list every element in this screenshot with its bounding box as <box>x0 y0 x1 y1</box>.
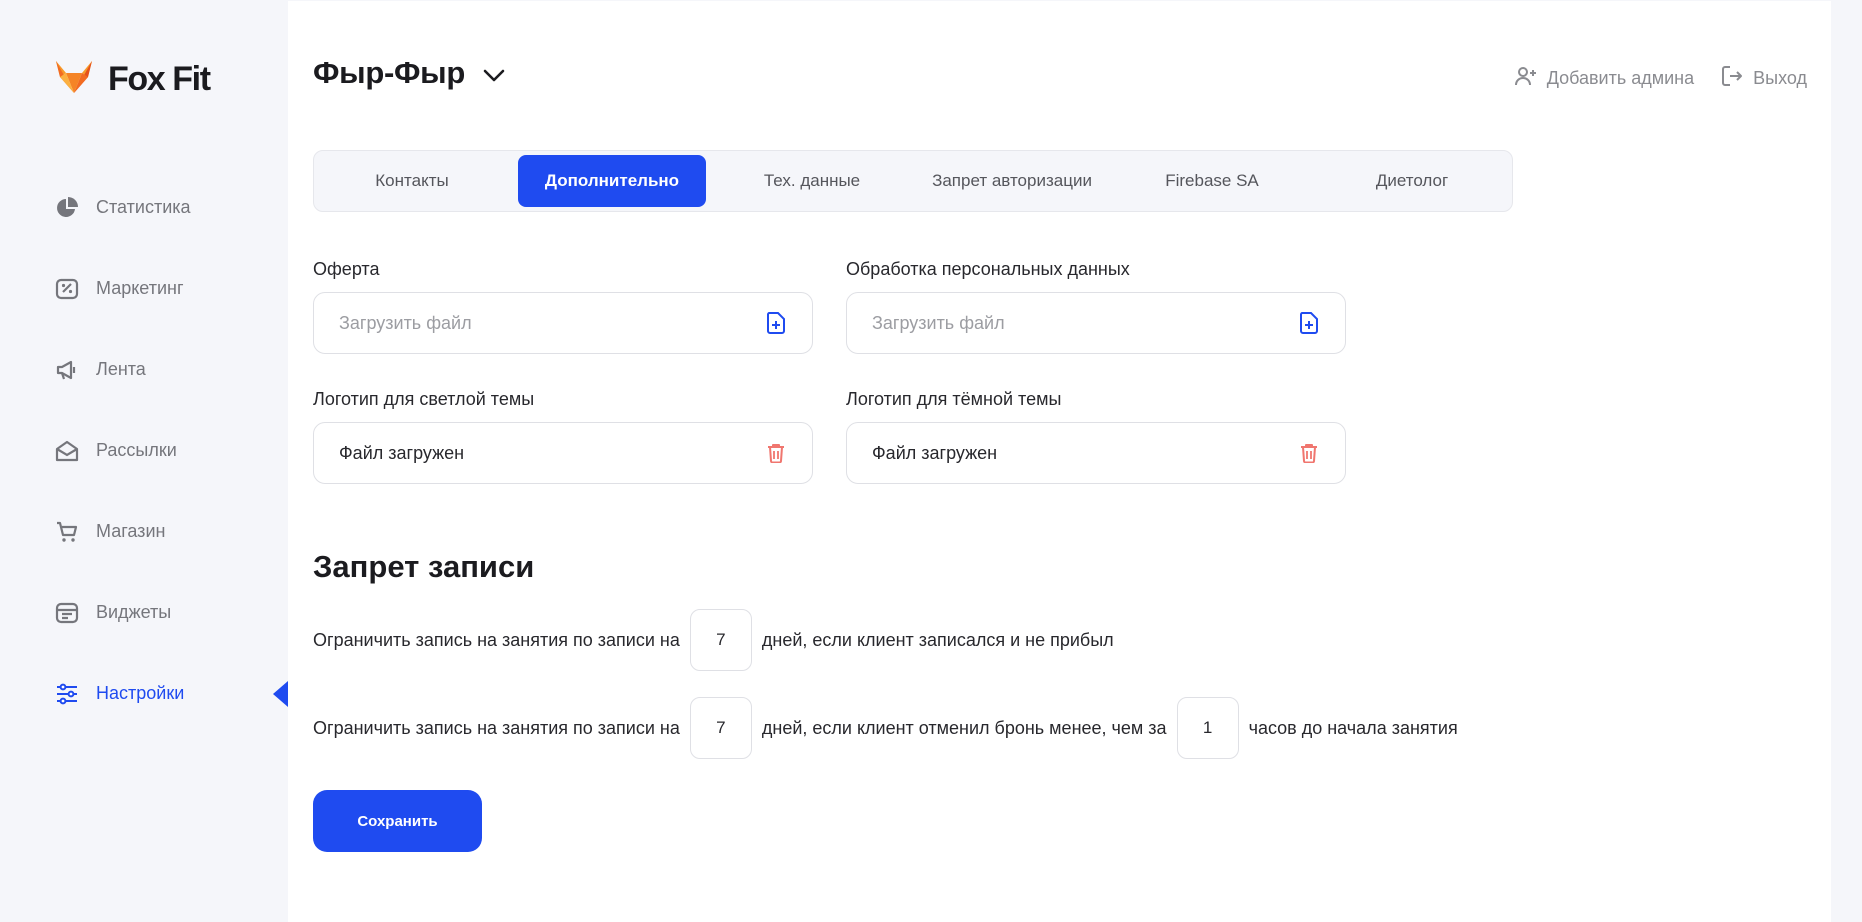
brand-logo[interactable]: Fox Fit <box>54 58 211 100</box>
logo-dark-field[interactable]: Файл загружен <box>846 422 1346 484</box>
sidebar-item-settings[interactable]: Настройки <box>54 653 288 734</box>
tab-additional[interactable]: Дополнительно <box>518 155 706 207</box>
personal-data-upload-field[interactable]: Загрузить файл <box>846 292 1346 354</box>
pie-chart-icon <box>54 195 80 221</box>
tab-firebase-sa[interactable]: Firebase SA <box>1118 155 1306 207</box>
days-input[interactable]: 7 <box>689 697 752 759</box>
sidebar-item-label: Маркетинг <box>96 278 184 298</box>
section-title: Запрет записи <box>313 549 535 584</box>
logo-light-label: Логотип для светлой темы <box>313 389 535 409</box>
chevron-down-icon <box>483 55 505 91</box>
logo-light-field[interactable]: Файл загружен <box>313 422 813 484</box>
page-title: Фыр-Фыр <box>313 55 465 90</box>
mail-open-icon <box>54 438 80 464</box>
sliders-icon <box>54 681 80 707</box>
offer-label: Оферта <box>313 259 380 279</box>
main-panel: Фыр-Фыр Добавить админа Выход Контакты Д… <box>288 1 1831 922</box>
sidebar-item-feed[interactable]: Лента <box>54 329 288 410</box>
logo-light-status: Файл загружен <box>339 442 465 463</box>
sidebar-nav: Статистика Маркетинг Лента Рассылки Мага… <box>54 167 288 734</box>
file-upload-icon[interactable] <box>765 312 787 334</box>
tab-contacts[interactable]: Контакты <box>318 155 506 207</box>
logo-dark-label: Логотип для тёмной темы <box>846 389 1062 409</box>
cart-icon <box>54 519 80 545</box>
fox-logo-icon <box>54 59 94 100</box>
rule-suffix: часов до начала занятия <box>1248 717 1458 738</box>
tab-tech-data[interactable]: Тех. данные <box>718 155 906 207</box>
brand-name: Fox Fit <box>108 59 211 98</box>
sidebar-item-label: Рассылки <box>96 440 177 460</box>
rule-prefix: Ограничить запись на занятия по записи н… <box>313 717 680 738</box>
personal-data-label: Обработка персональных данных <box>846 259 1130 279</box>
sidebar-item-label: Магазин <box>96 521 166 541</box>
sidebar: Fox Fit Статистика Маркетинг Лента Рассы… <box>0 0 288 922</box>
sidebar-item-label: Настройки <box>96 683 185 703</box>
club-selector[interactable]: Фыр-Фыр <box>313 55 505 91</box>
save-button[interactable]: Сохранить <box>313 790 482 852</box>
rule-suffix: дней, если клиент записался и не прибыл <box>761 629 1114 650</box>
sidebar-item-mailings[interactable]: Рассылки <box>54 410 288 491</box>
add-user-icon <box>1514 64 1538 93</box>
active-indicator <box>273 680 288 707</box>
sidebar-item-label: Виджеты <box>96 602 172 622</box>
trash-icon[interactable] <box>1298 442 1320 464</box>
logout-icon <box>1720 64 1744 93</box>
file-upload-icon[interactable] <box>1298 312 1320 334</box>
logo-dark-status: Файл загружен <box>872 442 998 463</box>
tab-auth-ban[interactable]: Запрет авторизации <box>918 155 1106 207</box>
sidebar-item-shop[interactable]: Магазин <box>54 491 288 572</box>
sidebar-item-statistics[interactable]: Статистика <box>54 167 288 248</box>
header-actions: Добавить админа Выход <box>1514 64 1807 93</box>
offer-upload-field[interactable]: Загрузить файл <box>313 292 813 354</box>
add-admin-label: Добавить админа <box>1546 68 1695 88</box>
rule-middle: дней, если клиент отменил бронь менее, ч… <box>761 717 1167 738</box>
offer-placeholder: Загрузить файл <box>339 312 472 333</box>
sidebar-item-widgets[interactable]: Виджеты <box>54 572 288 653</box>
settings-tabs: Контакты Дополнительно Тех. данные Запре… <box>313 150 1513 212</box>
rule-prefix: Ограничить запись на занятия по записи н… <box>313 629 680 650</box>
logout-label: Выход <box>1753 68 1807 88</box>
days-input[interactable]: 7 <box>689 609 752 671</box>
rule-late-cancel: Ограничить запись на занятия по записи н… <box>313 697 1458 759</box>
sidebar-item-marketing[interactable]: Маркетинг <box>54 248 288 329</box>
widgets-icon <box>54 600 80 626</box>
sidebar-item-label: Лента <box>96 359 146 379</box>
rule-no-show: Ограничить запись на занятия по записи н… <box>313 609 1114 671</box>
megaphone-icon <box>54 357 80 383</box>
hours-input[interactable]: 1 <box>1176 697 1239 759</box>
discount-tag-icon <box>54 276 80 302</box>
tab-dietitian[interactable]: Диетолог <box>1318 155 1506 207</box>
add-admin-button[interactable]: Добавить админа <box>1514 64 1694 93</box>
logout-button[interactable]: Выход <box>1720 64 1807 93</box>
sidebar-item-label: Статистика <box>96 197 191 217</box>
personal-data-placeholder: Загрузить файл <box>872 312 1005 333</box>
trash-icon[interactable] <box>765 442 787 464</box>
